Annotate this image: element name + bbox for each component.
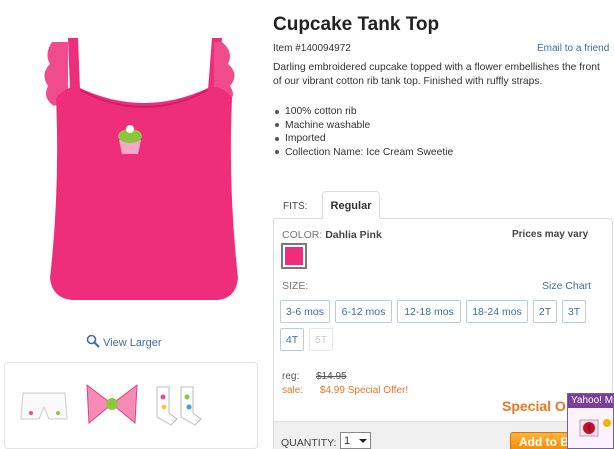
sale-price: $4.99 Special Offer! <box>319 385 409 396</box>
product-title: Cupcake Tank Top <box>273 14 440 35</box>
size-option-3t[interactable]: 3T <box>562 300 586 323</box>
shorts-thumbnail[interactable] <box>13 373 75 435</box>
quantity-select[interactable]: 1 <box>340 432 371 449</box>
sale-price-label: sale: <box>282 385 304 396</box>
email-to-friend-link[interactable]: Email to a friend <box>537 43 609 54</box>
fits-label: FITS: <box>283 201 308 212</box>
status-dot-icon <box>603 419 611 427</box>
feature-item: Collection Name: Ice Cream Sweetie <box>275 146 453 160</box>
yahoo-popup-title: Yahoo! M <box>568 394 613 408</box>
size-chart-link[interactable]: Size Chart <box>542 280 591 292</box>
feature-item: 100% cotton rib <box>275 105 453 119</box>
size-option-2t[interactable]: 2T <box>533 300 557 323</box>
prices-vary-note: Prices may vary <box>512 229 589 240</box>
feature-item: Machine washable <box>275 119 453 133</box>
color-swatch-dahlia-pink[interactable] <box>281 243 307 269</box>
view-larger-link[interactable]: View Larger <box>86 334 162 351</box>
size-option-3-6-mos[interactable]: 3-6 mos <box>280 300 330 323</box>
special-offer-banner: Special O <box>502 398 566 414</box>
color-label-text: COLOR: <box>282 229 323 241</box>
yahoo-messenger-popup[interactable]: Yahoo! M <box>567 393 614 449</box>
feature-list: 100% cotton rib Machine washable Importe… <box>275 105 453 159</box>
size-option-4t[interactable]: 4T <box>280 328 304 351</box>
quantity-label: QUANTITY: <box>281 437 337 449</box>
size-option-6-12-mos[interactable]: 6-12 mos <box>335 300 392 323</box>
color-label: COLOR: Dahlia Pink <box>282 229 382 241</box>
gift-rose-icon <box>579 419 599 437</box>
related-items-carousel <box>4 362 258 449</box>
size-option-5t: 5T <box>309 328 333 351</box>
regular-price: $14.95 <box>316 371 347 382</box>
chevron-down-icon <box>359 439 367 443</box>
sale-price-row: sale: $4.99 Special Offer! <box>282 385 408 396</box>
size-option-18-24-mos[interactable]: 18-24 mos <box>466 300 528 323</box>
view-larger-label: View Larger <box>103 336 162 349</box>
size-label: SIZE: <box>282 280 309 292</box>
hair-bow-thumbnail[interactable] <box>81 373 143 435</box>
feature-item: Imported <box>275 132 453 146</box>
regular-price-label: reg: <box>282 371 300 382</box>
product-description: Darling embroidered cupcake topped with … <box>273 62 600 87</box>
color-value: Dahlia Pink <box>325 229 382 241</box>
regular-price-row: reg: $14.95 <box>282 371 347 382</box>
tab-regular[interactable]: Regular <box>322 191 380 219</box>
item-number: Item #140094972 <box>273 43 351 54</box>
product-image[interactable] <box>28 28 260 310</box>
size-option-12-18-mos[interactable]: 12-18 mos <box>397 300 461 323</box>
socks-thumbnail[interactable] <box>149 373 211 435</box>
quantity-value: 1 <box>344 434 351 447</box>
magnifier-icon <box>86 334 100 351</box>
